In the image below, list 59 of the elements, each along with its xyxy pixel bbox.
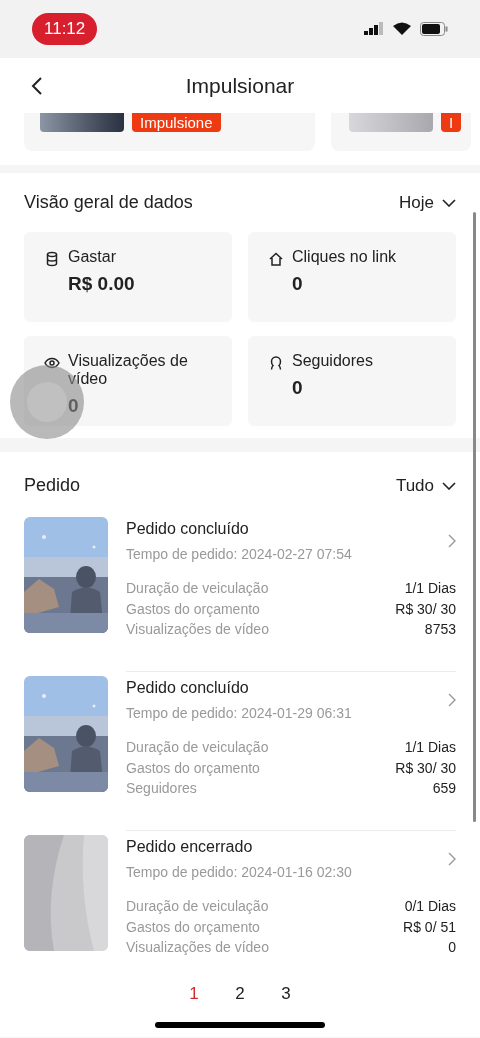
detail-label: Gastos do orçamento	[126, 599, 260, 618]
battery-icon	[420, 22, 448, 36]
metric-value: R$ 0.00	[68, 272, 135, 296]
followers-icon	[268, 355, 284, 371]
order-item[interactable]: Pedido encerrado Tempo de pedido: 2024-01-16 02:30 Duração de veiculação 0/1 Dias Gastos do orçamento R$ 0/ 51 Visualizações de vídeo 0	[24, 831, 456, 959]
detail-value: 1/1 Dias	[404, 579, 456, 598]
detail-label: Seguidores	[126, 779, 197, 798]
status-time: 11:12	[32, 13, 98, 45]
detail-value: R$ 0/ 51	[403, 917, 456, 936]
detail-value: R$ 30/ 30	[395, 599, 456, 618]
detail-value: 0	[448, 938, 456, 957]
wifi-icon	[392, 22, 412, 36]
page-button[interactable]: 1	[186, 981, 202, 1007]
order-time: Tempo de pedido: 2024-01-16 02:30	[126, 863, 352, 882]
chevron-down-icon	[442, 481, 456, 490]
chevron-down-icon	[442, 198, 456, 207]
metric-value: 0	[292, 376, 304, 400]
order-item[interactable]: Pedido concluído Tempo de pedido: 2024-01-29 06:31 Duração de veiculação 1/1 Dias Gastos do orçamento R$ 30/ 30 Seguidores 659	[24, 672, 456, 831]
metric-label: Visualizações de vídeo	[68, 352, 189, 388]
chevron-right-icon	[448, 534, 456, 548]
detail-label: Visualizações de vídeo	[126, 938, 269, 957]
detail-value: 0/1 Dias	[404, 897, 456, 916]
detail-label: Duração de veiculação	[126, 897, 269, 916]
page-button[interactable]: 2	[232, 981, 248, 1007]
metric-value: 0	[68, 394, 80, 418]
boost-button[interactable]: I	[441, 113, 462, 132]
status-filter[interactable]: Tudo	[395, 472, 456, 499]
signal-icon	[364, 22, 384, 36]
section-title: Pedido	[24, 474, 81, 497]
detail-value: 659	[432, 779, 456, 798]
detail-label: Visualizações de vídeo	[126, 620, 269, 639]
page-button[interactable]: 3	[278, 981, 294, 1007]
detail-value: R$ 30/ 30	[395, 758, 456, 777]
section-title: Visão geral de dados	[24, 191, 193, 214]
chevron-right-icon	[448, 693, 456, 707]
page-title: Impulsionar	[185, 72, 295, 99]
back-icon	[30, 75, 44, 96]
order-time: Tempo de pedido: 2024-01-29 06:31	[126, 704, 352, 723]
metric-label: Gastar	[68, 248, 117, 266]
boost-button[interactable]: Impulsione	[132, 113, 221, 132]
metric-label: Cliques no link	[292, 248, 398, 266]
order-time: Tempo de pedido: 2024-02-27 07:54	[126, 545, 352, 564]
order-item[interactable]: Pedido concluído Tempo de pedido: 2024-02-27 07:54 Duração de veiculação 1/1 Dias Gastos do orçamento R$ 30/ 30 Visualizações de vídeo 8753	[24, 513, 456, 672]
order-status: Pedido concluído	[126, 519, 250, 539]
detail-value: 8753	[424, 620, 456, 639]
detail-label: Gastos do orçamento	[126, 758, 260, 777]
order-status: Pedido concluído	[126, 678, 250, 698]
metric-value: 0	[292, 272, 304, 296]
database-icon	[44, 251, 60, 267]
detail-label: Gastos do orçamento	[126, 917, 260, 936]
house-icon	[268, 251, 284, 267]
metric-label: Seguidores	[292, 352, 374, 370]
eye-icon	[44, 355, 60, 371]
chevron-right-icon	[448, 852, 456, 866]
order-status: Pedido encerrado	[126, 837, 254, 857]
detail-label: Duração de veiculação	[126, 579, 269, 598]
date-filter[interactable]: Hoje	[399, 189, 456, 216]
detail-label: Duração de veiculação	[126, 738, 269, 757]
detail-value: 1/1 Dias	[404, 738, 456, 757]
